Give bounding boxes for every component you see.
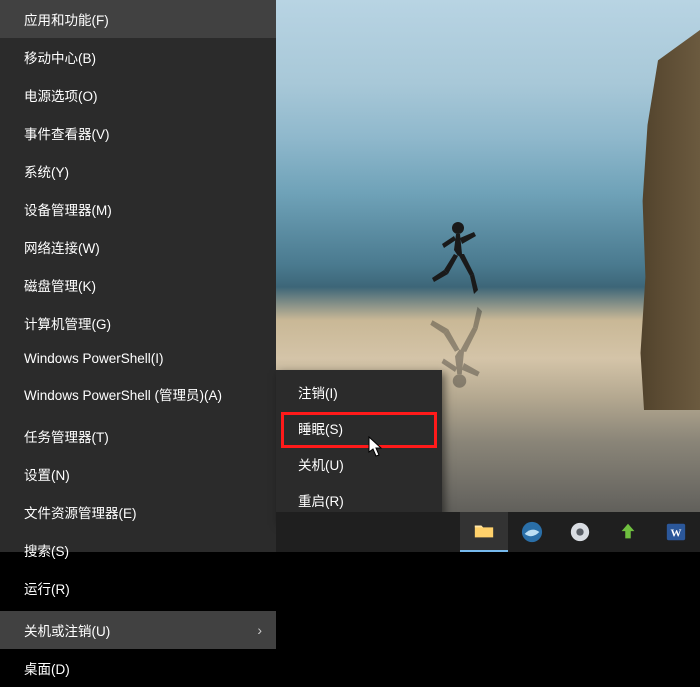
- word-app-icon: W: [665, 521, 687, 543]
- menu-item-label: 应用和功能(F): [24, 9, 109, 29]
- menu-item-shutdown-signout[interactable]: 关机或注销(U) ›: [0, 611, 276, 649]
- menu-item-label: 关机(U): [298, 454, 344, 474]
- chevron-right-icon: ›: [257, 622, 262, 638]
- menu-item-label: 电源选项(O): [24, 85, 98, 105]
- power-submenu: 注销(I) 睡眠(S) 关机(U) 重启(R): [276, 370, 442, 522]
- file-explorer-icon: [473, 520, 495, 542]
- menu-item-label: 运行(R): [24, 578, 70, 598]
- menu-item-settings[interactable]: 设置(N): [0, 455, 276, 493]
- menu-item-label: 注销(I): [298, 382, 338, 402]
- menu-item-powershell[interactable]: Windows PowerShell(I): [0, 342, 276, 375]
- menu-item-label: Windows PowerShell(I): [24, 351, 164, 366]
- menu-item-device-manager[interactable]: 设备管理器(M): [0, 190, 276, 228]
- submenu-item-signout[interactable]: 注销(I): [276, 374, 442, 410]
- menu-item-label: 事件查看器(V): [24, 123, 110, 143]
- menu-item-powershell-admin[interactable]: Windows PowerShell (管理员)(A): [0, 375, 276, 413]
- menu-item-label: 搜索(S): [24, 540, 69, 560]
- swirl-app-icon: [521, 521, 543, 543]
- upload-arrow-icon: [617, 521, 639, 543]
- menu-item-label: 重启(R): [298, 490, 344, 510]
- menu-item-label: 设置(N): [24, 464, 70, 484]
- winx-context-menu: 应用和功能(F) 移动中心(B) 电源选项(O) 事件查看器(V) 系统(Y) …: [0, 0, 276, 552]
- svg-text:W: W: [671, 528, 682, 540]
- taskbar-file-explorer[interactable]: [460, 512, 508, 552]
- submenu-item-sleep[interactable]: 睡眠(S): [276, 410, 442, 446]
- menu-item-desktop[interactable]: 桌面(D): [0, 649, 276, 687]
- taskbar-swirl-app[interactable]: [508, 512, 556, 552]
- menu-item-label: 睡眠(S): [298, 418, 343, 438]
- taskbar: W: [276, 512, 700, 552]
- menu-item-label: 移动中心(B): [24, 47, 96, 67]
- menu-item-run[interactable]: 运行(R): [0, 569, 276, 607]
- taskbar-upload[interactable]: [604, 512, 652, 552]
- menu-item-disk-management[interactable]: 磁盘管理(K): [0, 266, 276, 304]
- menu-item-label: Windows PowerShell (管理员)(A): [24, 384, 222, 404]
- menu-item-network-connections[interactable]: 网络连接(W): [0, 228, 276, 266]
- menu-item-file-explorer[interactable]: 文件资源管理器(E): [0, 493, 276, 531]
- submenu-item-shutdown[interactable]: 关机(U): [276, 446, 442, 482]
- menu-item-label: 设备管理器(M): [24, 199, 112, 219]
- menu-item-label: 桌面(D): [24, 658, 70, 678]
- menu-item-task-manager[interactable]: 任务管理器(T): [0, 417, 276, 455]
- menu-item-system[interactable]: 系统(Y): [0, 152, 276, 190]
- menu-item-event-viewer[interactable]: 事件查看器(V): [0, 114, 276, 152]
- menu-item-label: 计算机管理(G): [24, 313, 111, 333]
- settings-gear-icon: [569, 521, 591, 543]
- menu-item-label: 系统(Y): [24, 161, 69, 181]
- menu-item-label: 磁盘管理(K): [24, 275, 96, 295]
- menu-item-apps-features[interactable]: 应用和功能(F): [0, 0, 276, 38]
- wallpaper-runner: [430, 220, 478, 300]
- menu-item-label: 任务管理器(T): [24, 426, 109, 446]
- menu-item-mobility-center[interactable]: 移动中心(B): [0, 38, 276, 76]
- taskbar-word[interactable]: W: [652, 512, 700, 552]
- wallpaper-rock: [630, 30, 700, 410]
- menu-item-label: 网络连接(W): [24, 237, 100, 257]
- taskbar-settings[interactable]: [556, 512, 604, 552]
- menu-item-power-options[interactable]: 电源选项(O): [0, 76, 276, 114]
- menu-item-search[interactable]: 搜索(S): [0, 531, 276, 569]
- menu-item-label: 文件资源管理器(E): [24, 502, 137, 522]
- menu-item-computer-management[interactable]: 计算机管理(G): [0, 304, 276, 342]
- menu-item-label: 关机或注销(U): [24, 620, 110, 640]
